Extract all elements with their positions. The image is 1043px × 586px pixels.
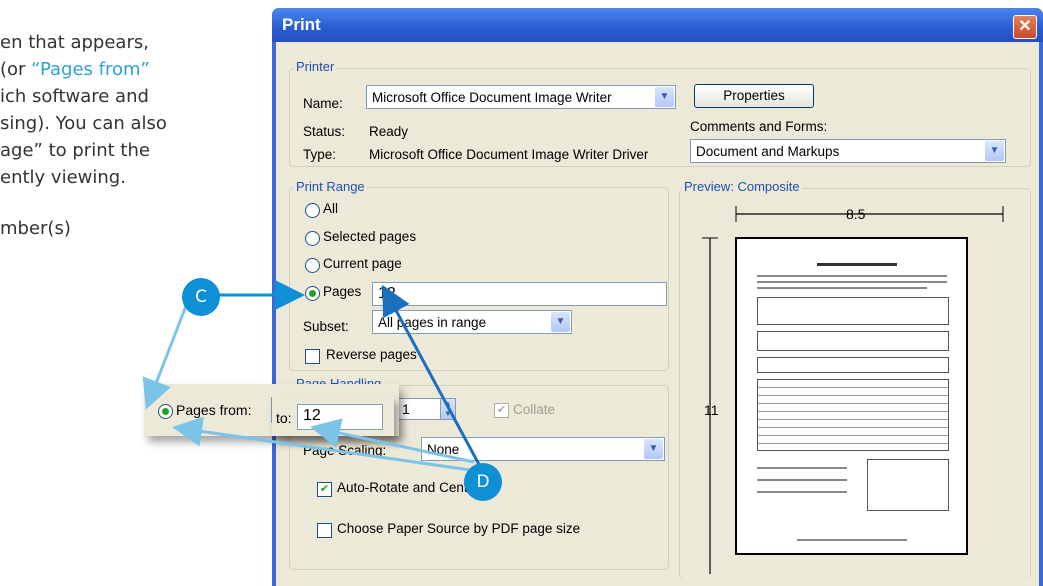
arrow-d-to-from-input	[172, 416, 471, 472]
annotation-arrows	[142, 206, 1004, 574]
arrow-d-to-to-input	[310, 418, 475, 464]
arrow-c-to-pages-from	[142, 305, 188, 410]
arrow-d-to-pages-input	[382, 284, 484, 471]
callout-badge-c: C	[182, 278, 220, 316]
callout-badge-d: D	[464, 463, 502, 501]
